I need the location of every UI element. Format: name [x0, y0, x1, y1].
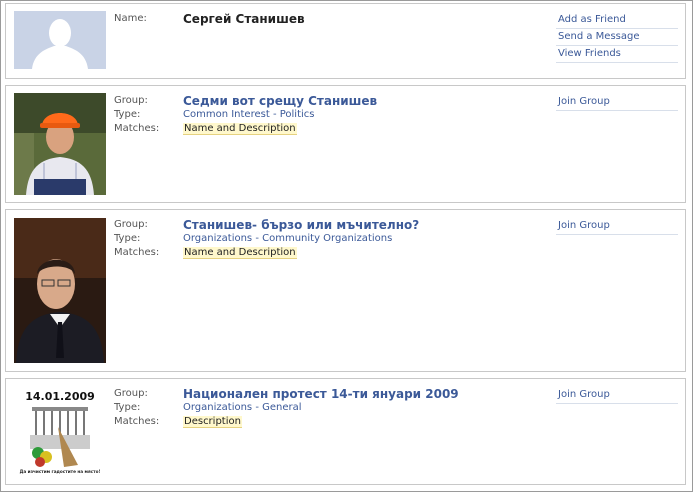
- result-actions: Join Group: [556, 218, 678, 235]
- type-subcategory-link[interactable]: General: [262, 402, 301, 413]
- group-title-link[interactable]: Национален протест 14-ти януари 2009: [183, 387, 459, 401]
- poster-caption-text: Да изчистим гадостите на място!: [20, 469, 101, 474]
- group-type: Organizations - General: [183, 401, 459, 415]
- group-matches: Description: [183, 415, 459, 429]
- type-separator: -: [252, 233, 263, 244]
- type-label: Type:: [114, 233, 141, 244]
- type-label: Type:: [114, 109, 141, 120]
- group-matches: Name and Description: [183, 122, 377, 136]
- matches-label: Matches:: [114, 247, 160, 258]
- matches-label: Matches:: [114, 416, 160, 427]
- photo-man-in-hardhat: [14, 93, 106, 195]
- result-labels: Group: Type: Matches:: [114, 94, 159, 136]
- group-label: Group:: [114, 388, 148, 399]
- profile-labels: Name:: [114, 12, 147, 26]
- group-result-card: Group: Type: Matches: Седми вот срещу Ст…: [5, 85, 686, 203]
- send-message-link[interactable]: Send a Message: [556, 29, 678, 46]
- result-actions: Join Group: [556, 387, 678, 404]
- result-labels: Group: Type: Matches:: [114, 218, 159, 260]
- group-picture[interactable]: [14, 218, 106, 363]
- profile-actions: Add as Friend Send a Message View Friend…: [556, 12, 678, 63]
- group-type: Common Interest - Politics: [183, 108, 377, 122]
- protest-poster-image: 14.01.2009 Да изчистим гадостите на мяст…: [14, 387, 106, 477]
- type-category-link[interactable]: Organizations: [183, 233, 252, 244]
- person-result-card: Name: Сергей Станишев Add as Friend Send…: [5, 3, 686, 79]
- add-as-friend-link[interactable]: Add as Friend: [556, 12, 678, 29]
- matches-label: Matches:: [114, 123, 160, 134]
- group-picture[interactable]: [14, 93, 106, 195]
- matches-value: Name and Description: [183, 123, 297, 135]
- group-type: Organizations - Community Organizations: [183, 232, 419, 246]
- group-label: Group:: [114, 95, 148, 106]
- group-title-link[interactable]: Седми вот срещу Станишев: [183, 94, 377, 108]
- result-labels: Group: Type: Matches:: [114, 387, 159, 429]
- group-label: Group:: [114, 219, 148, 230]
- matches-value: Description: [183, 416, 242, 428]
- result-values: Седми вот срещу Станишев Common Interest…: [183, 94, 377, 136]
- poster-date-text: 14.01.2009: [25, 390, 95, 403]
- group-matches: Name and Description: [183, 246, 419, 260]
- person-name[interactable]: Сергей Станишев: [183, 12, 305, 26]
- result-actions: Join Group: [556, 94, 678, 111]
- group-title-link[interactable]: Станишев- бързо или мъчително?: [183, 218, 419, 232]
- profile-silhouette-picture[interactable]: [14, 11, 106, 69]
- view-friends-link[interactable]: View Friends: [556, 46, 678, 63]
- type-separator: -: [269, 109, 280, 120]
- group-picture[interactable]: 14.01.2009 Да изчистим гадостите на мяст…: [14, 387, 106, 477]
- group-result-card: 14.01.2009 Да изчистим гадостите на мяст…: [5, 378, 686, 485]
- type-category-link[interactable]: Common Interest: [183, 109, 270, 120]
- type-label: Type:: [114, 402, 141, 413]
- search-results-frame: Name: Сергей Станишев Add as Friend Send…: [0, 0, 693, 492]
- name-label: Name:: [114, 13, 147, 24]
- join-group-link[interactable]: Join Group: [556, 218, 678, 235]
- silhouette-icon: [14, 11, 106, 69]
- type-category-link[interactable]: Organizations: [183, 402, 252, 413]
- join-group-link[interactable]: Join Group: [556, 94, 678, 111]
- profile-values: Сергей Станишев: [183, 12, 305, 26]
- group-result-card: Group: Type: Matches: Станишев- бързо ил…: [5, 209, 686, 372]
- type-subcategory-link[interactable]: Community Organizations: [262, 233, 392, 244]
- join-group-link[interactable]: Join Group: [556, 387, 678, 404]
- matches-value: Name and Description: [183, 247, 297, 259]
- result-values: Национален протест 14-ти януари 2009 Org…: [183, 387, 459, 429]
- type-separator: -: [252, 402, 263, 413]
- result-values: Станишев- бързо или мъчително? Organizat…: [183, 218, 419, 260]
- type-subcategory-link[interactable]: Politics: [280, 109, 315, 120]
- photo-man-in-suit: [14, 218, 106, 363]
